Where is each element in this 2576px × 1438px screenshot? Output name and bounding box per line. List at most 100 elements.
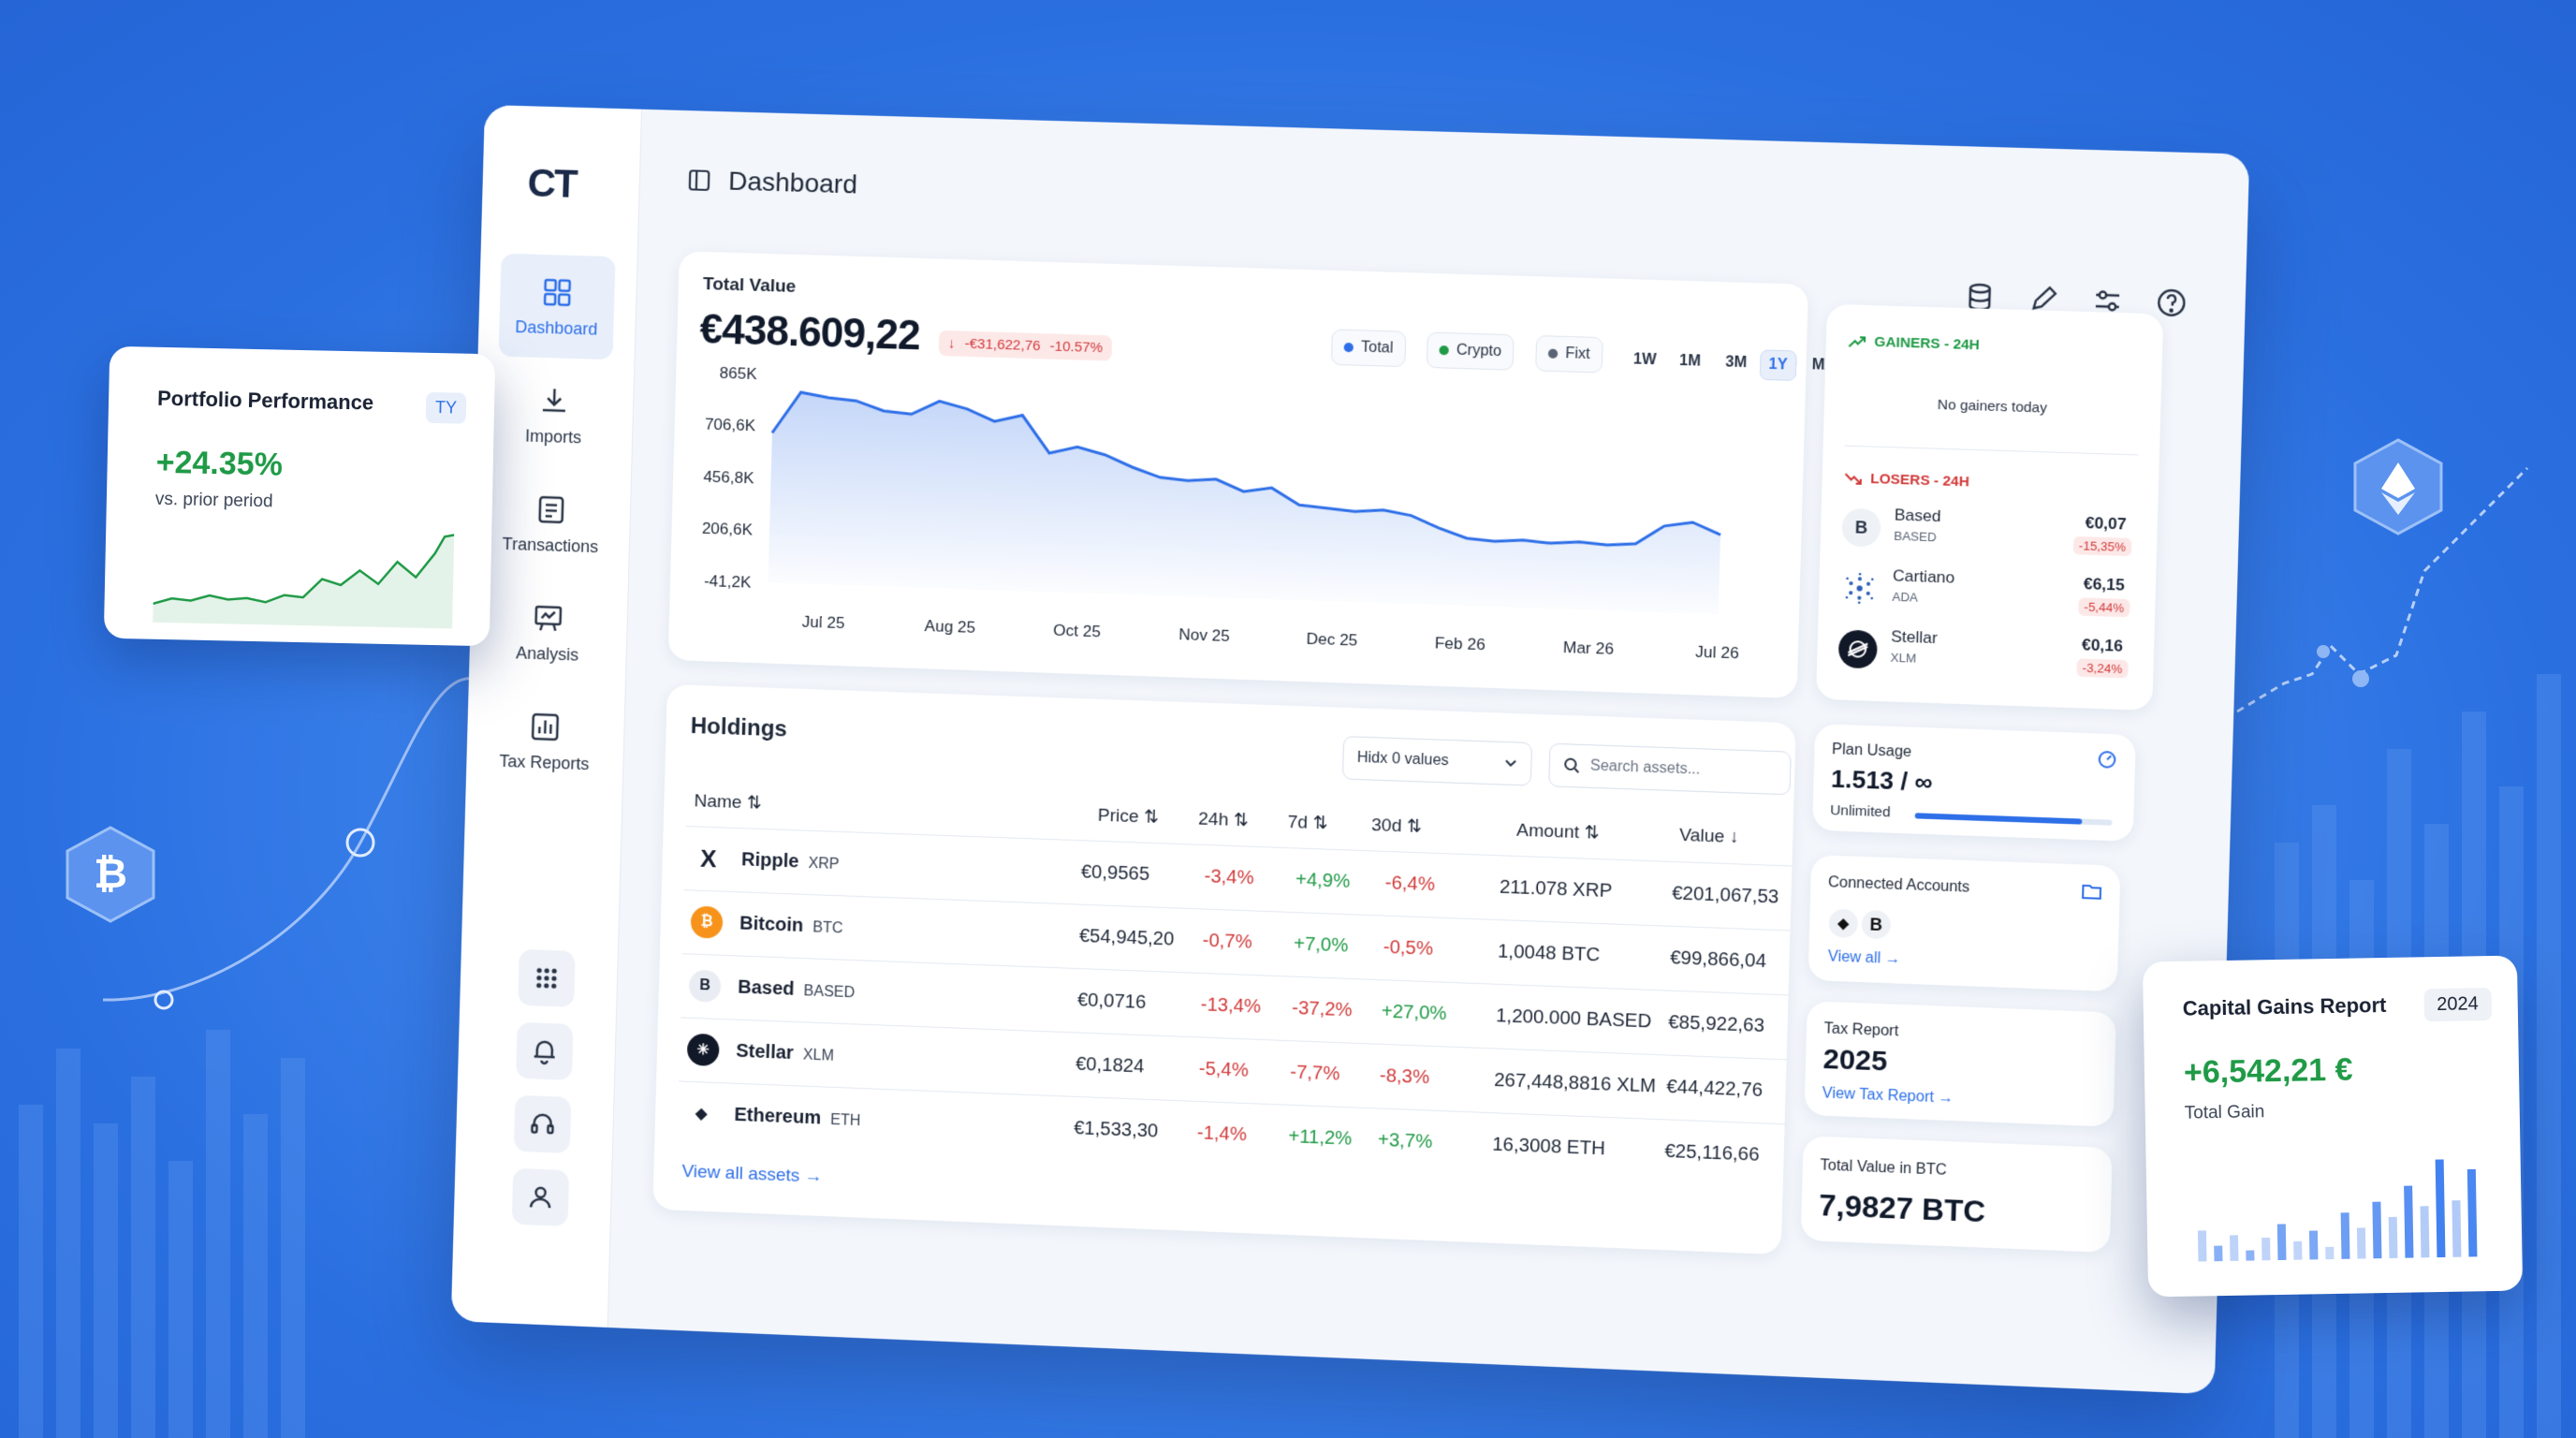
sidebar-item-tax-reports[interactable]: Tax Reports [487,687,604,794]
capital-gains-bar [2246,1250,2255,1261]
capital-year-badge[interactable]: 2024 [2422,988,2493,1022]
column-24h[interactable]: 24h ⇅ [1198,808,1249,831]
filter-crypto[interactable]: Crypto [1426,331,1515,371]
bell-icon [534,1039,555,1064]
cell-value: €201,067,53 [1671,883,1779,908]
sidebar-toggle-icon[interactable] [687,168,712,193]
asset-name-text: Ripple [740,849,799,873]
capital-gains-bar [2435,1159,2446,1258]
holdings-title: Holdings [690,712,788,742]
portfolio-performance-card: Portfolio Performance TY +24.35% vs. pri… [103,345,496,647]
search-placeholder: Search assets... [1589,757,1701,778]
capital-gains-bar [2276,1224,2287,1261]
column-price[interactable]: Price ⇅ [1097,805,1159,829]
list-icon [538,495,564,523]
column-name[interactable]: Name ⇅ [694,790,762,814]
stellar-icon [1837,629,1878,669]
loser-row-based[interactable]: B Based BASED €0,07 -15,35% [1841,500,2132,566]
column-value[interactable]: Value ↓ [1679,826,1739,849]
chart-area [768,391,1724,614]
app-logo[interactable]: CT [527,160,577,207]
filter-fixt[interactable]: Fixt [1535,334,1603,374]
cell-price: €54,945,20 [1078,925,1175,950]
hide-zero-values-dropdown[interactable]: Hidx 0 values [1341,736,1533,786]
asset-name: Stellar XLM [736,1041,834,1066]
asset-name: Based BASED [738,977,856,1004]
sidebar-item-analysis[interactable]: Analysis [490,579,607,685]
headset-icon [530,1112,554,1134]
capital-gains-bar [2372,1201,2382,1259]
apps-button[interactable] [518,948,576,1007]
range-1w[interactable]: 1W [1625,345,1664,375]
plan-value: 1.513 / ∞ [1830,764,1934,797]
sidebar-item-label: Analysis [515,642,579,665]
bar-chart-icon [531,712,559,740]
based-coin-icon: B [688,969,722,1003]
cell-amount: 211.078 XRP [1499,876,1613,902]
coin-change: -15,35% [2072,536,2132,557]
gauge-icon[interactable] [2096,749,2117,770]
notifications-button[interactable] [515,1021,574,1081]
portfolio-period-badge[interactable]: TY [425,391,467,424]
filter-total[interactable]: Total [1330,329,1407,368]
view-all-accounts-link[interactable]: View all → [1828,948,1901,968]
sidebar-item-dashboard[interactable]: Dashboard [498,253,616,360]
plan-progress-fill [1914,813,2083,825]
cell-amount: 1,0048 BTC [1497,941,1601,966]
sidebar-item-imports[interactable]: Imports [495,362,612,469]
coin-price: €0,16 [2081,636,2124,655]
asset-symbol: BTC [812,919,843,937]
capital-gains-bar [2308,1230,2319,1260]
presentation-icon [534,604,562,631]
sidebar-item-transactions[interactable]: Transactions [492,471,609,578]
ripple-coin-icon: X [699,844,718,873]
capital-gains-bar [2466,1168,2478,1257]
total-value-card: Total Value €438.609,22 ↓ -€31,622,76 -1… [667,251,1847,699]
help-icon[interactable] [2154,286,2189,321]
plan-usage-card: Plan Usage 1.513 / ∞ Unlimited [1812,724,2136,842]
column-7d[interactable]: 7d ⇅ [1287,812,1328,835]
range-1y[interactable]: 1Y [1759,349,1797,381]
cardano-icon [1839,568,1880,609]
coin-change: -5,44% [2078,597,2130,618]
coin-change: -3,24% [2076,658,2129,679]
y-tick-label: 706,6K [705,416,756,435]
tax-year: 2025 [1822,1043,1888,1078]
folder-icon[interactable] [2081,882,2102,902]
total-value-chart: 865K 706,6K 456,8K 206,6K -41,2K Jul 25 Aug 25… [702,364,1739,663]
connected-title: Connected Accounts [1827,874,1970,896]
based-coin-icon: B [1841,507,1881,548]
profile-button[interactable] [511,1167,570,1227]
arrow-down-icon: ↓ [947,335,956,352]
cell-d7: -7,7% [1289,1062,1340,1085]
page-title: Dashboard [727,166,858,199]
capital-gains-bar [2230,1235,2239,1261]
coin-name: Cartiano [1892,566,1955,587]
divider [1844,445,2139,456]
column-30d[interactable]: 30d ⇅ [1371,814,1423,838]
cell-price: €0,1824 [1075,1053,1145,1078]
support-button[interactable] [513,1094,572,1154]
page-header: Dashboard [687,165,858,199]
loser-row-stellar[interactable]: Stellar XLM €0,16 -3,24% [1837,622,2129,688]
capital-gains-bar [2293,1240,2303,1260]
filter-label: Total [1360,339,1394,357]
plan-label: Unlimited [1829,801,1891,821]
capital-gains-bar [2325,1246,2334,1260]
range-3m[interactable]: 3M [1718,348,1755,378]
losers-heading: LOSERS - 24H [1843,470,1969,490]
sidebar-item-label: Dashboard [515,316,598,339]
loser-row-cardano[interactable]: Cartiano ADA €6,15 -5,44% [1839,561,2130,627]
capital-gains-bar [2388,1216,2398,1258]
ethereum-hex-icon [2348,436,2449,537]
capital-gains-bar [2214,1245,2223,1262]
view-all-assets-link[interactable]: View all assets → [681,1162,823,1188]
range-1m[interactable]: 1M [1671,346,1708,376]
column-amount[interactable]: Amount ⇅ [1516,819,1600,844]
view-tax-report-link[interactable]: View Tax Report → [1822,1085,1954,1108]
asset-symbol: ETH [829,1111,861,1130]
gray-dot-icon [1547,348,1559,359]
search-assets-input[interactable]: Search assets... [1548,742,1792,796]
portfolio-gain: +24.35% [155,444,284,483]
filter-label: Fixt [1565,345,1590,363]
